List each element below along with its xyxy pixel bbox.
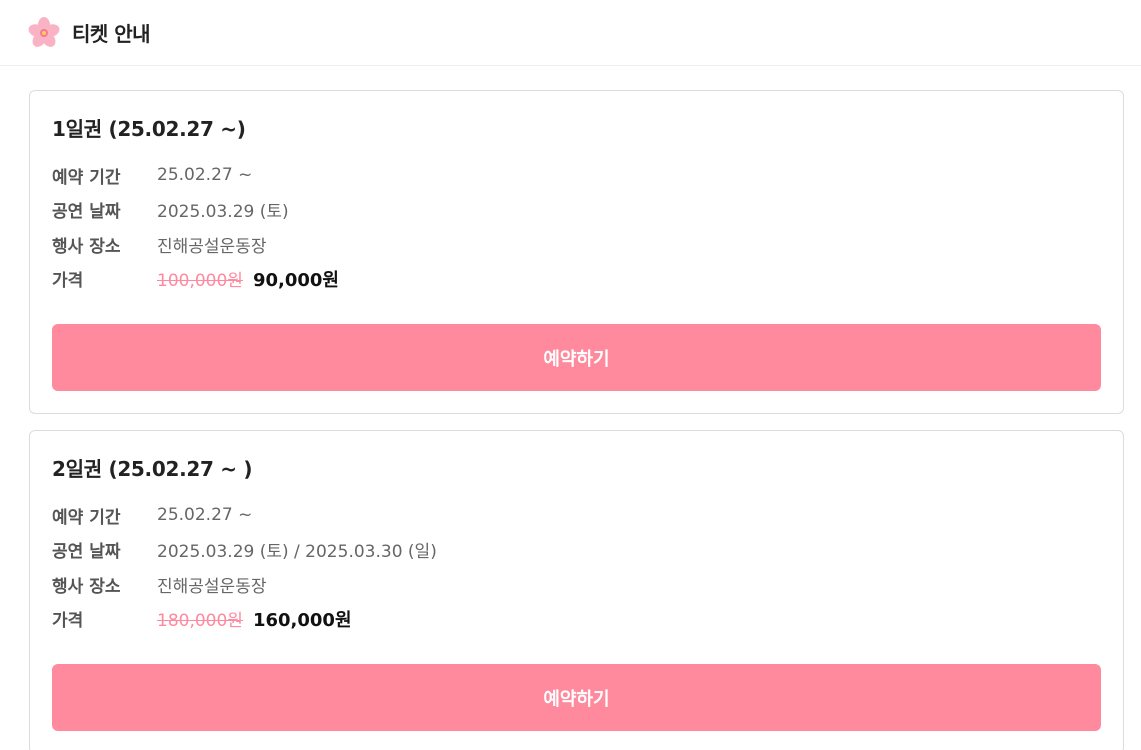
info-row-reservation-period: 예약 기간 25.02.27 ~ [52, 158, 1101, 193]
info-row-venue: 행사 장소 진해공설운동장 [52, 567, 1101, 602]
ticket-card: 1일권 (25.02.27 ~) 예약 기간 25.02.27 ~ 공연 날짜 … [29, 90, 1124, 414]
original-price: 180,000원 [157, 611, 243, 632]
info-value: 2025.03.29 (토) [157, 202, 289, 223]
info-label: 공연 날짜 [52, 542, 121, 563]
reserve-button[interactable]: 예약하기 [52, 664, 1101, 731]
price-label: 가격 [52, 611, 84, 632]
info-row-price: 가격 180,000원 160,000원 [52, 602, 1101, 637]
info-row-performance-date: 공연 날짜 2025.03.29 (토) [52, 193, 1101, 228]
price-label: 가격 [52, 271, 84, 292]
original-price: 100,000원 [157, 271, 243, 292]
info-row-venue: 행사 장소 진해공설운동장 [52, 227, 1101, 262]
sale-price: 90,000원 [252, 269, 339, 291]
ticket-list: 1일권 (25.02.27 ~) 예약 기간 25.02.27 ~ 공연 날짜 … [0, 66, 1141, 750]
info-label: 행사 장소 [52, 576, 121, 597]
ticket-card: 2일권 (25.02.27 ~ ) 예약 기간 25.02.27 ~ 공연 날짜… [29, 430, 1124, 750]
info-value: 25.02.27 ~ [157, 505, 253, 526]
info-value: 2025.03.29 (토) / 2025.03.30 (일) [157, 542, 437, 563]
reserve-button[interactable]: 예약하기 [52, 324, 1101, 391]
info-row-performance-date: 공연 날짜 2025.03.29 (토) / 2025.03.30 (일) [52, 533, 1101, 568]
info-value: 진해공설운동장 [157, 236, 267, 257]
cherry-blossom-icon [28, 16, 60, 49]
info-label: 예약 기간 [52, 507, 121, 528]
sale-price: 160,000원 [252, 609, 352, 631]
ticket-title: 2일권 (25.02.27 ~ ) [52, 457, 253, 481]
info-row-price: 가격 100,000원 90,000원 [52, 262, 1101, 297]
ticket-title: 1일권 (25.02.27 ~) [52, 117, 246, 141]
page-header: 티켓 안내 [0, 0, 1141, 66]
page-title: 티켓 안내 [72, 22, 151, 46]
info-label: 행사 장소 [52, 236, 121, 257]
info-label: 예약 기간 [52, 167, 121, 188]
info-value: 진해공설운동장 [157, 576, 267, 597]
info-label: 공연 날짜 [52, 202, 121, 223]
info-value: 25.02.27 ~ [157, 165, 253, 186]
info-row-reservation-period: 예약 기간 25.02.27 ~ [52, 498, 1101, 533]
